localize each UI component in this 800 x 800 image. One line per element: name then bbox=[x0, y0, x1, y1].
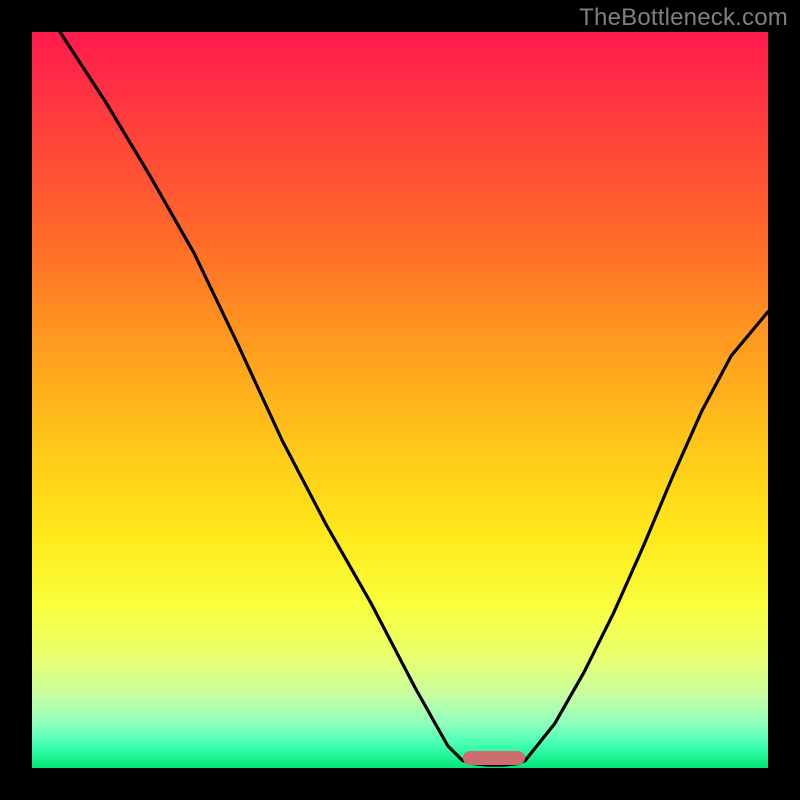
watermark-text: TheBottleneck.com bbox=[579, 4, 788, 32]
curve-overlay bbox=[32, 32, 768, 768]
chart-stage: TheBottleneck.com bbox=[0, 0, 800, 800]
plot-area bbox=[32, 32, 768, 768]
optimum-marker bbox=[463, 751, 526, 765]
bottleneck-curve bbox=[60, 32, 768, 765]
